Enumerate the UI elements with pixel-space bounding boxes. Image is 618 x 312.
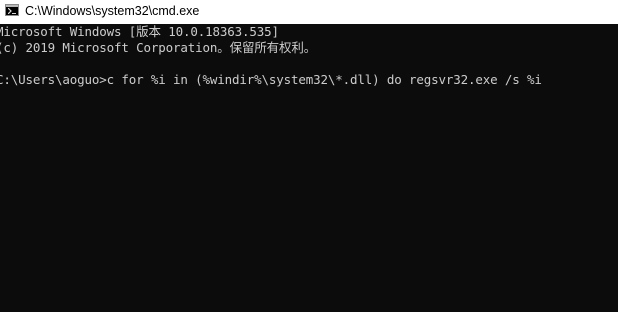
console-command-line[interactable]: C:\Users\aoguo>c for %i in (%windir%\sys…: [0, 72, 542, 88]
cmd-window: C:\Windows\system32\cmd.exe Microsoft Wi…: [0, 0, 618, 312]
window-title: C:\Windows\system32\cmd.exe: [25, 4, 200, 18]
title-bar[interactable]: C:\Windows\system32\cmd.exe: [0, 0, 618, 24]
command-prompt-icon: [5, 4, 19, 16]
console-line-copyright: (c) 2019 Microsoft Corporation。保留所有权利。: [0, 40, 317, 55]
console-output[interactable]: Microsoft Windows [版本 10.0.18363.535] (c…: [0, 24, 618, 312]
console-line-version: Microsoft Windows [版本 10.0.18363.535]: [0, 24, 279, 39]
